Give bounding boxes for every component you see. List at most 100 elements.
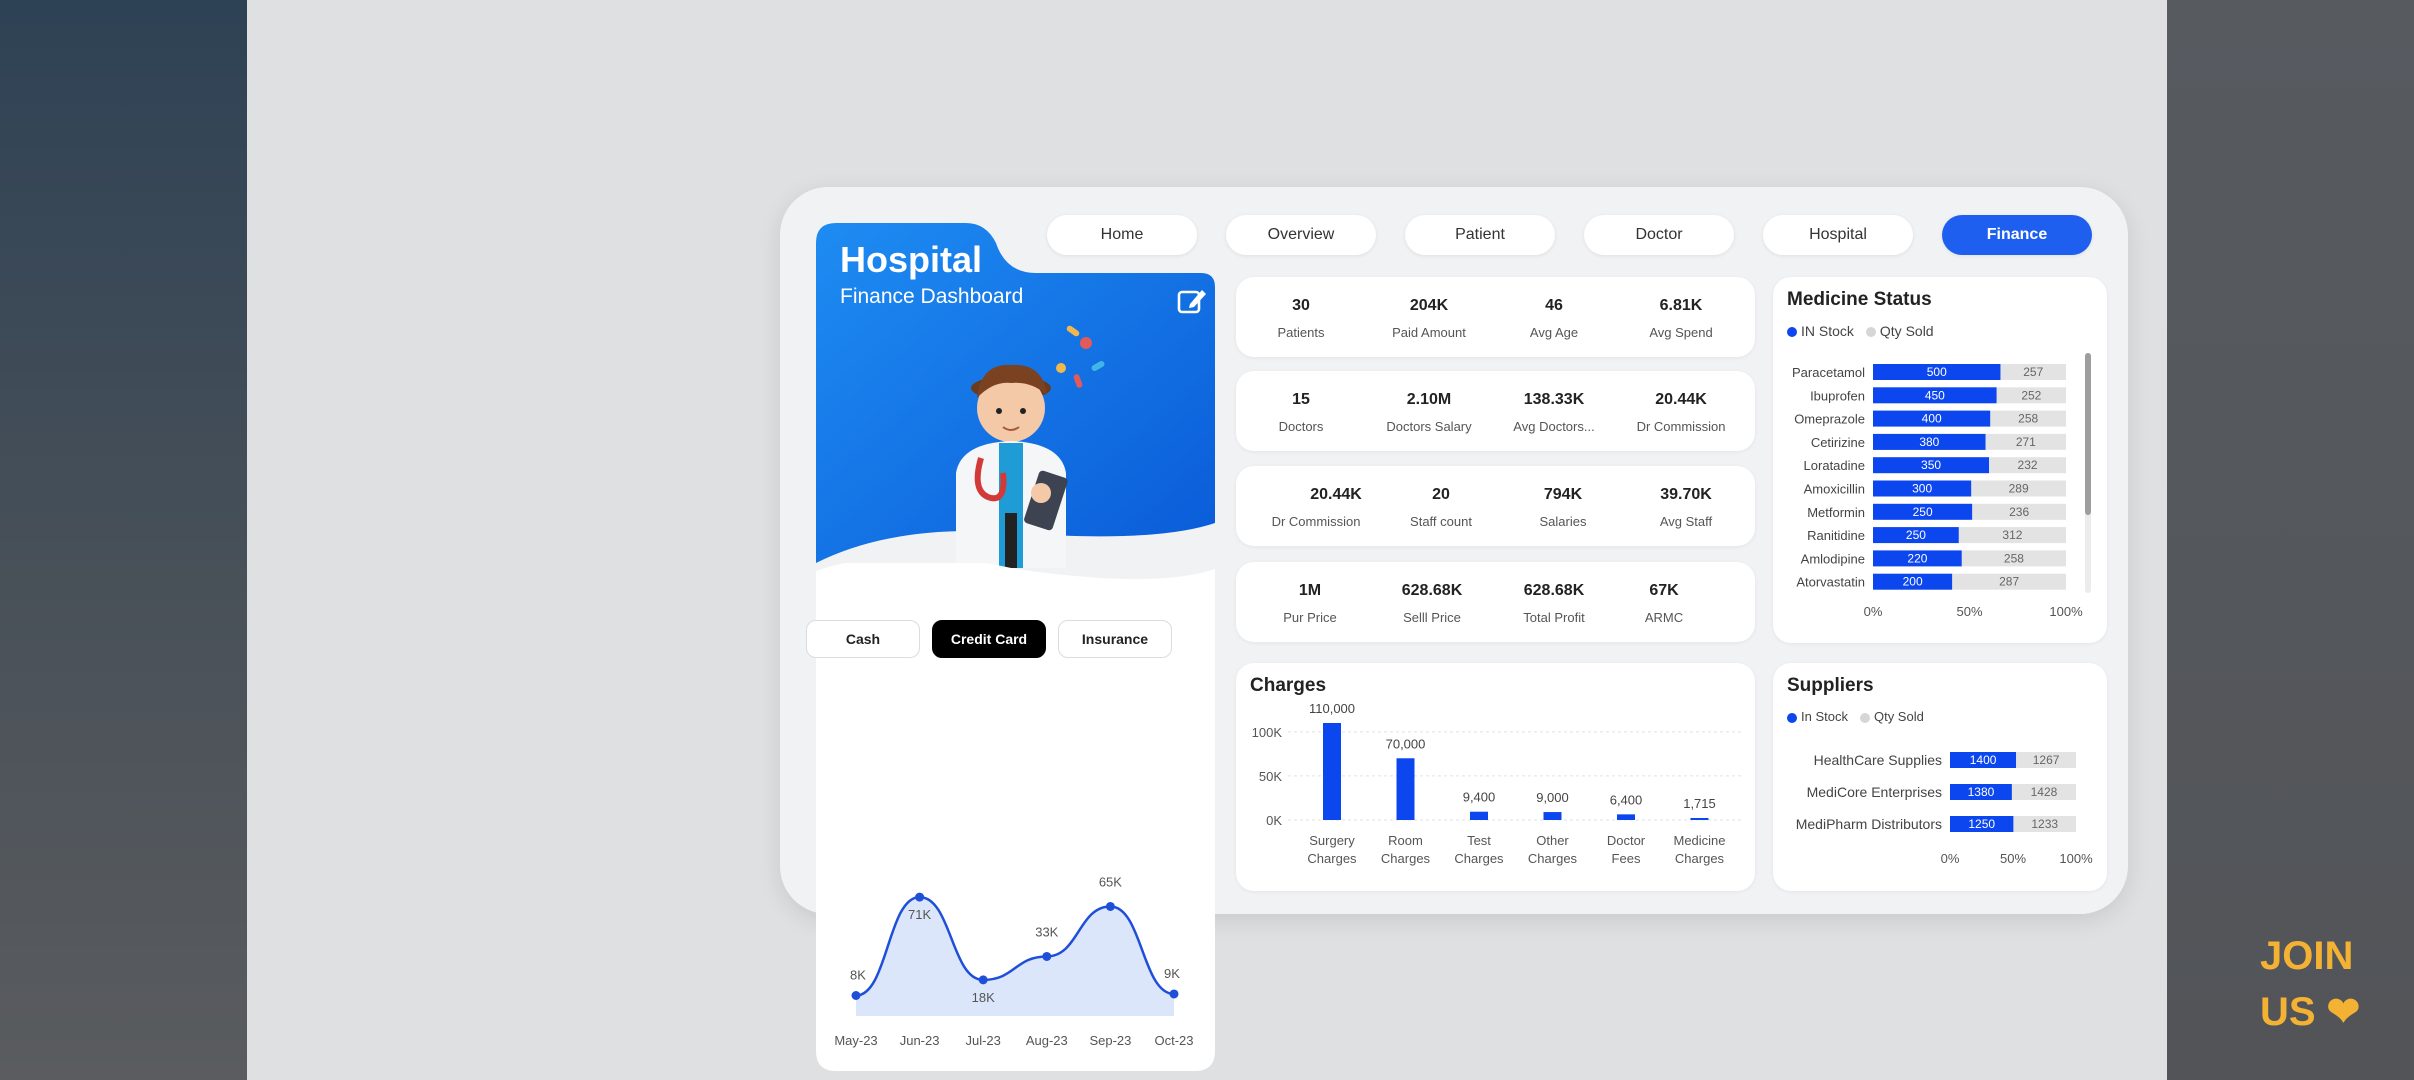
kpi-value: 794K xyxy=(1543,486,1583,503)
nav-overview[interactable]: Overview xyxy=(1226,215,1376,255)
kpi-card: 67K ARMC xyxy=(1599,562,1729,642)
charges-bar xyxy=(1323,723,1341,820)
monthly-trend-chart: 8K May-23 71K Jun-23 18K Jul-23 33K Aug-23 65K Se… xyxy=(834,874,1193,1048)
charges-bar xyxy=(1543,812,1562,820)
bar-label-qty-sold: 258 xyxy=(2018,412,2038,426)
kpi-card: 1M Pur Price xyxy=(1245,562,1375,642)
charges-y-tick: 100K xyxy=(1252,725,1283,740)
hero-title: Hospital xyxy=(840,239,983,280)
trend-data-label: 9K xyxy=(1164,966,1180,981)
tab-cash[interactable]: Cash xyxy=(806,620,920,658)
category-label: MediPharm Distributors xyxy=(1796,816,1942,832)
kpi-label: Avg Doctors... xyxy=(1513,419,1595,434)
category-label: Cetirizine xyxy=(1811,435,1865,450)
kpi-label: Doctors xyxy=(1278,419,1324,434)
tab-insurance[interactable]: Insurance xyxy=(1058,620,1172,658)
x-tick: 50% xyxy=(2000,851,2026,866)
kpi-card: 794K Salaries xyxy=(1498,466,1628,546)
trend-point xyxy=(1169,989,1179,999)
kpi-value: 30 xyxy=(1292,297,1310,314)
hero-panel: Hospital Finance Dashboard xyxy=(816,223,1215,568)
charges-data-label: 70,000 xyxy=(1386,736,1426,751)
bar-label-qty-sold: 1267 xyxy=(2033,753,2060,767)
bar-label-in-stock: 1250 xyxy=(1968,817,1995,831)
bar-label-qty-sold: 1233 xyxy=(2031,817,2058,831)
trend-data-label: 65K xyxy=(1099,874,1122,889)
kpi-row-pricing: 1M Pur Price 628.68K Selll Price 628.68K To… xyxy=(1236,562,1755,642)
edit-icon[interactable] xyxy=(1176,285,1208,317)
kpi-card: 20.44K Dr Commission xyxy=(1251,466,1381,546)
kpi-card: 628.68K Selll Price xyxy=(1367,562,1497,642)
trend-point xyxy=(851,991,861,1000)
trend-point xyxy=(1042,951,1052,961)
kpi-value: 204K xyxy=(1409,297,1449,314)
nav-hospital[interactable]: Hospital xyxy=(1763,215,1913,255)
kpi-card: 20.44K Dr Commission xyxy=(1616,371,1746,451)
bar-label-qty-sold: 271 xyxy=(2016,435,2036,449)
charges-x-tick: Charges xyxy=(1307,851,1357,866)
bar-label-qty-sold: 287 xyxy=(1999,575,2019,589)
bar-label-in-stock: 220 xyxy=(1907,551,1927,565)
charges-data-label: 110,000 xyxy=(1309,701,1355,716)
charges-data-label: 9,000 xyxy=(1536,790,1569,805)
charges-x-tick: Surgery xyxy=(1309,833,1355,848)
trend-data-label: 8K xyxy=(850,968,866,983)
x-tick: 0% xyxy=(1864,604,1883,619)
bar-label-in-stock: 300 xyxy=(1912,482,1932,496)
kpi-value: 46 xyxy=(1545,297,1563,314)
kpi-label: Pur Price xyxy=(1283,610,1337,625)
category-label: Omeprazole xyxy=(1794,412,1865,427)
kpi-label: Salaries xyxy=(1539,514,1587,529)
top-nav: Home Overview Patient Doctor Hospital Fi… xyxy=(1047,215,2092,255)
bar-label-qty-sold: 252 xyxy=(2021,388,2041,402)
x-tick: 0% xyxy=(1941,851,1960,866)
category-label: HealthCare Supplies xyxy=(1814,752,1942,768)
trend-x-tick: Aug-23 xyxy=(1026,1033,1068,1048)
suppliers-chart: HealthCare Supplies 1400 1267 MediCore Ente… xyxy=(1796,752,2093,866)
category-label: Loratadine xyxy=(1804,458,1865,473)
kpi-card: 46 Avg Age xyxy=(1489,277,1619,357)
trend-x-tick: Jul-23 xyxy=(965,1033,1000,1048)
kpi-value: 20.44K xyxy=(1655,391,1707,408)
kpi-value: 20.44K xyxy=(1310,486,1362,503)
charges-x-tick: Other xyxy=(1536,833,1569,848)
kpi-row-staff: 20.44K Dr Commission 20 Staff count 794K Sa… xyxy=(1236,466,1755,546)
nav-patient[interactable]: Patient xyxy=(1405,215,1555,255)
nav-doctor[interactable]: Doctor xyxy=(1584,215,1734,255)
trend-point xyxy=(978,975,988,985)
scrollbar-thumb[interactable] xyxy=(2085,353,2091,515)
charges-x-tick: Room xyxy=(1388,833,1423,848)
category-label: MediCore Enterprises xyxy=(1807,784,1942,800)
bar-label-in-stock: 250 xyxy=(1906,528,1926,542)
kpi-label: Avg Staff xyxy=(1659,514,1713,529)
bar-label-in-stock: 350 xyxy=(1921,458,1941,472)
kpi-label: Dr Commission xyxy=(1636,419,1726,434)
charges-bar xyxy=(1690,818,1709,820)
x-tick: 100% xyxy=(2049,604,2083,619)
kpi-value: 39.70K xyxy=(1660,486,1712,503)
trend-data-label: 71K xyxy=(908,907,931,922)
tab-credit-card[interactable]: Credit Card xyxy=(932,620,1046,658)
charges-data-label: 1,715 xyxy=(1683,796,1716,811)
kpi-label: Patients xyxy=(1277,325,1325,340)
kpi-card: 39.70K Avg Staff xyxy=(1621,466,1751,546)
charges-x-tick: Charges xyxy=(1381,851,1431,866)
join-us-badge[interactable]: JOIN US ❤ xyxy=(2260,928,2360,1040)
kpi-label: Avg Age xyxy=(1529,325,1579,340)
medicine-status-panel: Medicine Status IN Stock Qty Sold Parace… xyxy=(1773,277,2107,643)
suppliers-panel: Suppliers In Stock Qty Sold HealthCare S… xyxy=(1773,663,2107,891)
charges-x-tick: Charges xyxy=(1528,851,1578,866)
kpi-card: 204K Paid Amount xyxy=(1364,277,1494,357)
payment-tabs: Cash Credit Card Insurance xyxy=(806,620,1172,658)
scrollbar[interactable] xyxy=(2085,353,2091,593)
charges-y-tick: 0K xyxy=(1266,813,1282,828)
trend-x-tick: Jun-23 xyxy=(900,1033,940,1048)
nav-finance[interactable]: Finance xyxy=(1942,215,2092,255)
charges-chart: 100K 50K 0K 110,000 Surgery Charges 70,000 Room… xyxy=(1252,701,1741,866)
bar-label-qty-sold: 257 xyxy=(2023,365,2043,379)
nav-home[interactable]: Home xyxy=(1047,215,1197,255)
bar-label-qty-sold: 1428 xyxy=(2031,785,2058,799)
category-label: Paracetamol xyxy=(1792,365,1865,380)
bar-label-qty-sold: 289 xyxy=(2009,482,2029,496)
bar-label-in-stock: 1380 xyxy=(1968,785,1995,799)
